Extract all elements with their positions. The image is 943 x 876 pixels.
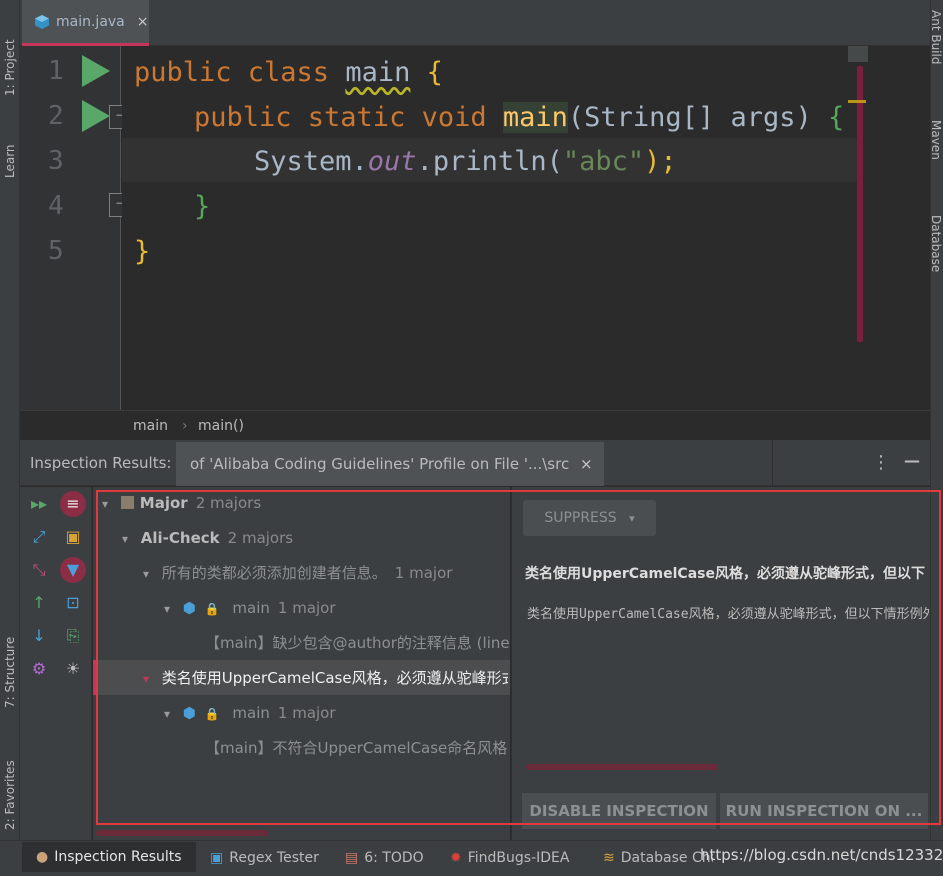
run-icon[interactable] [82,55,110,87]
more-icon[interactable]: ⋮ [872,452,890,473]
lock-icon: 🔒 [204,707,220,721]
code-line-3: System.out.println("abc"); [254,146,677,177]
tool-tab-project[interactable]: 1: Project [0,8,20,96]
chevron-down-icon[interactable]: ▾ [143,558,157,590]
tree-row-major[interactable]: ▾ Major 2 majors [102,487,261,519]
editor-minimap[interactable] [848,46,868,62]
editor-tab-main-java[interactable]: main.java × [22,0,149,46]
editor-gutter: 1 2 3 4 5 − − [20,46,133,410]
collapse-all-icon[interactable]: ⤡ [26,557,52,583]
bottom-tab-regex-tester[interactable]: ▣ Regex Tester [210,846,319,870]
inspection-icon: ● [36,849,49,865]
tree-row-ali-check[interactable]: ▾ Ali-Check 2 majors [122,522,293,554]
details-scrollbar[interactable] [526,764,718,770]
bug-icon: ✹ [450,850,462,866]
tool-tab-learn[interactable]: Learn [0,118,20,178]
breadcrumb: main › main() [20,410,930,440]
previous-icon[interactable]: ↑ [26,590,52,616]
bottom-tab-todo[interactable]: ▤ 6: TODO [345,846,424,870]
tree-row-author-issue[interactable]: 【main】缺少包含@author的注释信息 (line 1) [205,627,530,659]
tool-tab-maven[interactable]: Maven [931,120,943,190]
bottom-tab-database-changes[interactable]: ≋ Database Changes [603,846,713,870]
breadcrumb-separator: › [182,418,188,434]
warning-marker[interactable] [848,100,866,103]
breadcrumb-method[interactable]: main() [198,418,244,434]
tool-tab-database[interactable]: Database [931,215,943,295]
chevron-down-icon[interactable]: ▾ [122,523,136,555]
run-icon[interactable] [82,100,110,132]
code-line-4: } [194,191,211,222]
java-class-icon: ⬢ [182,704,196,722]
tool-tab-favorites[interactable]: 2: Favorites [0,730,20,830]
inspection-header-label: Inspection Results: [30,454,172,472]
detail-title: 类名使用UpperCamelCase风格，必须遵从驼峰形式，但以下情形例外 [525,566,925,582]
rerun-icon[interactable]: ▸▸ [26,491,52,517]
editor-tab-bar [20,0,930,46]
tree-scrollbar[interactable] [96,830,268,836]
bottom-tab-findbugs[interactable]: ✹ FindBugs-IDEA [450,846,569,870]
tree-row-main-file[interactable]: ▾ ⬢ 🔒 main 1 major [164,592,336,624]
next-icon[interactable]: ↓ [26,623,52,649]
run-inspection-button[interactable]: RUN INSPECTION ON ... [720,793,928,829]
close-icon[interactable]: × [137,14,149,30]
tree-row-camelcase-rule[interactable]: ▾ 类名使用UpperCamelCase风格，必须遵从驼峰形式，但以下情形例外 [143,662,508,694]
inspection-tab[interactable]: of 'Alibaba Coding Guidelines' Profile o… [176,442,604,486]
sort-icon[interactable]: ≡ [60,491,86,517]
filter-icon[interactable]: ▼ [60,557,86,583]
chevron-down-icon[interactable]: ▾ [164,593,178,625]
chevron-down-icon[interactable]: ▾ [102,488,116,520]
watermark-text: https://blog.csdn.net/cnds123321 [700,846,943,864]
todo-icon: ▤ [345,850,359,866]
regex-icon: ▣ [210,850,224,866]
line-number: 5 [48,236,64,266]
inspection-toolbar: ▸▸ ≡ ⤢ ▣ ⤡ ▼ ↑ ⊡ ↓ ⎘ ⚙ ☀ [20,487,92,840]
expand-all-icon[interactable]: ⤢ [26,524,52,550]
chevron-down-icon[interactable]: ▾ [143,663,157,694]
minimize-icon[interactable]: — [904,451,920,470]
group-icon[interactable]: ▣ [60,524,86,550]
tool-tab-ant-build[interactable]: Ant Build [931,10,943,90]
inspection-tab-label: of 'Alibaba Coding Guidelines' Profile o… [190,455,570,473]
tree-row-main-file-2[interactable]: ▾ ⬢ 🔒 main 1 major [164,697,336,729]
header-divider [772,440,773,486]
selected-row-marker [93,660,96,695]
edit-settings-icon[interactable]: ⎘ [60,623,86,649]
detail-description: 类名使用UpperCamelCase风格，必须遵从驼峰形式，但以下情形例外 [527,607,929,622]
code-line-1: public class main { [134,57,443,88]
tool-tab-structure[interactable]: 7: Structure [0,608,20,708]
disable-inspection-button[interactable]: DISABLE INSPECTION [522,793,716,829]
gear-icon[interactable]: ⚙ [26,656,52,682]
suppress-button[interactable]: SUPPRESS ▾ [523,500,656,536]
line-number: 4 [48,191,64,221]
error-stripe[interactable] [857,66,863,342]
tree-row-author-rule[interactable]: ▾ 所有的类都必须添加创建者信息。 1 major [143,557,452,589]
lock-icon: 🔒 [204,602,220,616]
chevron-down-icon: ▾ [629,512,635,525]
inspection-details-pane [511,487,930,840]
code-line-5: } [134,236,151,267]
line-number: 1 [48,56,64,86]
severity-icon [120,496,134,509]
database-icon: ≋ [603,850,615,866]
line-number: 2 [48,101,64,131]
tree-row-camelcase-issue[interactable]: 【main】不符合UpperCamelCase命名风格 (line 1) [205,732,508,764]
java-class-icon: ⬢ [182,599,196,617]
close-icon[interactable]: × [580,455,593,473]
chevron-down-icon[interactable]: ▾ [164,698,178,730]
line-number: 3 [48,146,64,176]
bottom-tab-inspection-results[interactable]: ● Inspection Results [22,842,196,872]
code-line-2: public static void main(String[] args) { [194,102,845,133]
export-icon[interactable]: ⊡ [60,590,86,616]
java-class-icon [35,14,49,29]
breadcrumb-class[interactable]: main [133,418,168,434]
editor-tab-label: main.java [56,13,125,30]
lightbulb-icon[interactable]: ☀ [60,656,86,682]
